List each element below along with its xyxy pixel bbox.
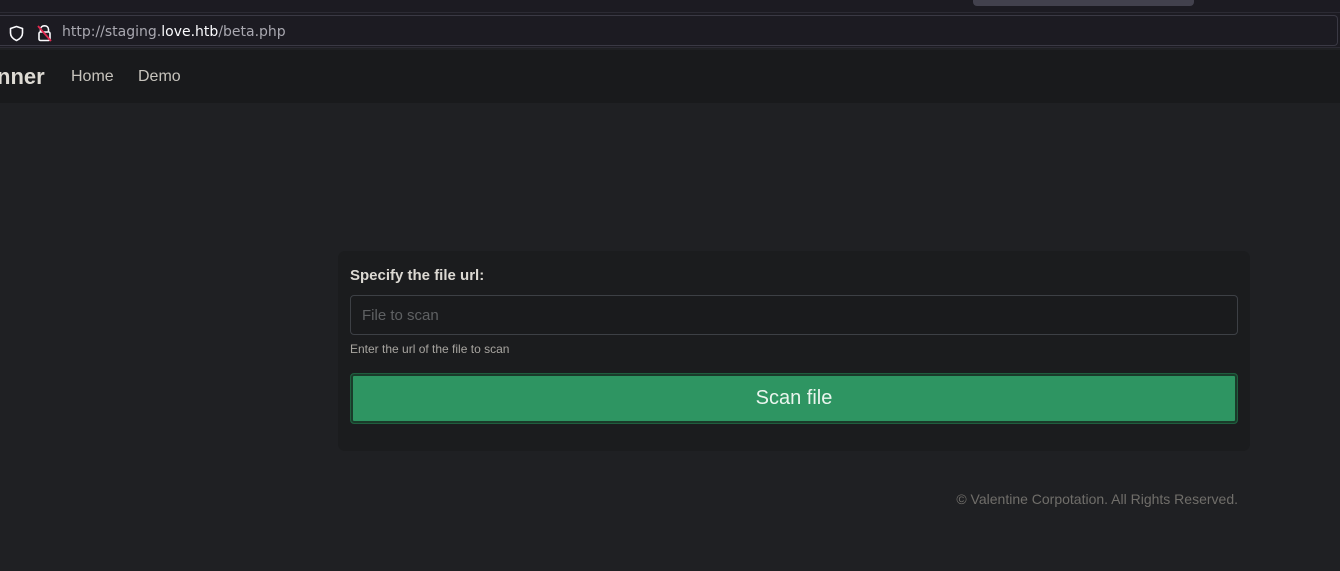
nav-link-home[interactable]: Home [71, 68, 114, 86]
file-url-input[interactable] [350, 295, 1238, 335]
browser-tab-strip [0, 0, 1340, 12]
browser-tab[interactable] [973, 0, 1194, 6]
footer-copyright: © Valentine Corpotation. All Rights Rese… [956, 491, 1238, 507]
site-navbar: nner Home Demo [0, 50, 1340, 103]
nav-link-demo[interactable]: Demo [138, 68, 181, 86]
navbar-brand[interactable]: nner [0, 64, 45, 90]
url-prefix: http://staging. [62, 24, 162, 40]
shield-icon[interactable] [8, 25, 25, 42]
address-bar[interactable]: http://staging.love.htb/beta.php [0, 15, 1338, 46]
file-url-help-text: Enter the url of the file to scan [350, 342, 510, 356]
url-suffix: /beta.php [218, 24, 286, 40]
file-url-label: Specify the file url: [350, 267, 485, 284]
scan-file-button[interactable]: Scan file [350, 373, 1238, 424]
browser-toolbar: http://staging.love.htb/beta.php [0, 12, 1340, 48]
insecure-lock-icon[interactable] [36, 24, 53, 42]
url-host: love.htb [161, 24, 219, 40]
url-text[interactable]: http://staging.love.htb/beta.php [62, 24, 286, 40]
scan-form-card: Specify the file url: Enter the url of t… [338, 251, 1250, 451]
